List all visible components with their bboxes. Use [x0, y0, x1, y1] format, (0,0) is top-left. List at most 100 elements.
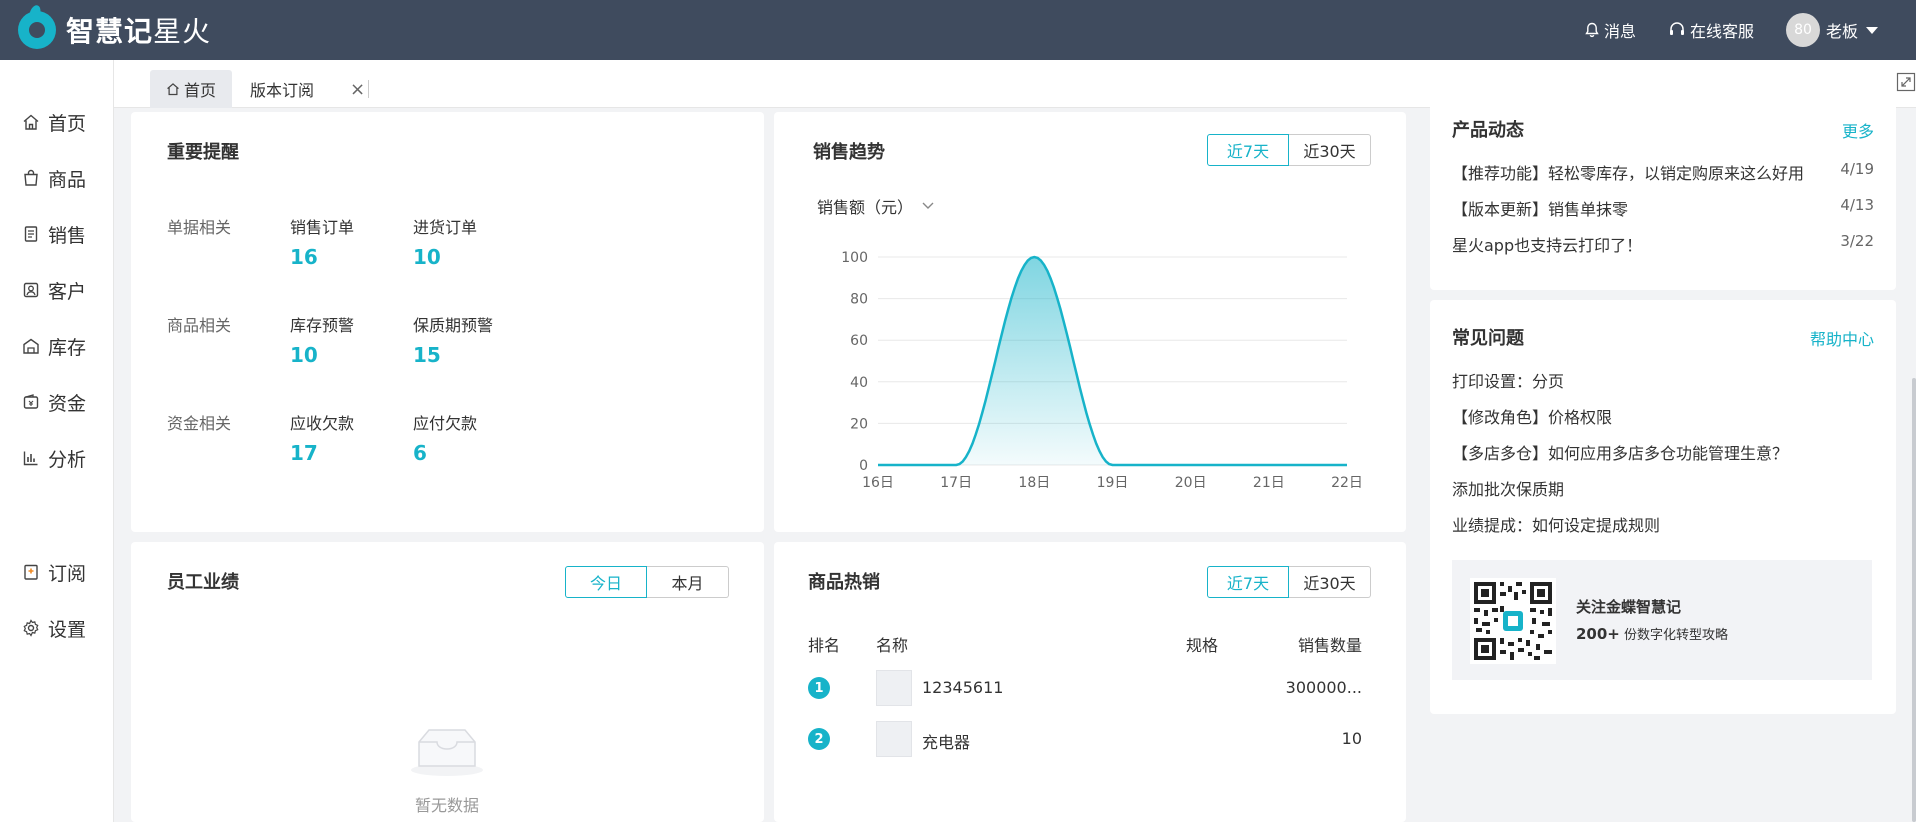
sales-trend-chart: 0 20 40 60 80 100 16日 17日 18日 19日 20日 21日 22日 — [841, 250, 1363, 491]
bar-chart-icon — [23, 451, 38, 466]
reminder-value[interactable]: 6 — [413, 441, 427, 465]
sidebar-item-subscribe[interactable]: 订阅 — [0, 544, 113, 600]
fullscreen-icon[interactable] — [1896, 72, 1916, 92]
this-month-button[interactable]: 本月 — [647, 566, 729, 598]
top-bar: 智慧记星火 消息 在线客服 80 老板 — [0, 0, 1916, 60]
app-logo[interactable]: 智慧记星火 — [18, 8, 211, 52]
sidebar-item-settings[interactable]: 设置 — [0, 600, 113, 656]
y-tick-label: 40 — [850, 375, 868, 391]
news-item[interactable]: 【版本更新】销售单抹零 — [1452, 196, 1628, 220]
news-more-link[interactable]: 更多 — [1842, 118, 1874, 142]
avatar[interactable]: 80 — [1785, 13, 1820, 47]
reminders-card: 重要提醒 单据相关 销售订单 16 进货订单 10 商品相关 库存预警 10 保… — [131, 112, 764, 532]
reminder-group-label: 商品相关 — [167, 316, 232, 335]
reminder-name[interactable]: 应付欠款 — [413, 410, 477, 434]
reminder-value[interactable]: 16 — [290, 245, 318, 269]
sidebar-item-home[interactable]: 首页 — [0, 94, 113, 150]
qr-code-icon — [1470, 578, 1556, 664]
document-icon — [24, 226, 38, 242]
logo-text: 智慧记星火 — [66, 15, 212, 48]
chevron-down-icon[interactable] — [1866, 26, 1878, 34]
wallet-icon — [23, 394, 39, 409]
headset-icon — [1669, 22, 1684, 35]
sidebar-item-products[interactable]: 商品 — [0, 150, 113, 206]
metric-label: 销售额（元） — [817, 198, 914, 217]
reminder-group-label: 单据相关 — [167, 218, 232, 237]
news-item[interactable]: 星火app也支持云打印了！ — [1452, 232, 1642, 256]
tab-label: 版本订阅 — [250, 81, 315, 100]
user-name[interactable]: 老板 — [1826, 18, 1858, 42]
tab-subscription[interactable]: 版本订阅 — [250, 70, 314, 108]
faq-item[interactable]: 【修改角色】价格权限 — [1452, 404, 1612, 428]
support-button[interactable]: 在线客服 — [1668, 18, 1754, 42]
sidebar-item-label: 订阅 — [48, 562, 87, 585]
rank-badge: 1 — [808, 677, 830, 699]
reminder-value[interactable]: 17 — [290, 441, 318, 465]
sidebar-item-finance[interactable]: 资金 — [0, 374, 113, 430]
y-tick-label: 100 — [841, 250, 868, 266]
sidebar-item-label: 分析 — [48, 448, 87, 471]
reminders-title: 重要提醒 — [167, 142, 239, 163]
column-header-rank: 排名 — [808, 636, 841, 655]
metric-select[interactable]: 销售额（元） — [817, 194, 935, 218]
faq-item[interactable]: 业绩提成：如何设定提成规则 — [1452, 512, 1660, 536]
reminder-name[interactable]: 销售订单 — [290, 214, 354, 238]
product-name[interactable]: 充电器 — [922, 729, 970, 753]
page-scrollbar[interactable] — [1912, 378, 1916, 822]
sidebar-item-inventory[interactable]: 库存 — [0, 318, 113, 374]
reminder-value[interactable]: 10 — [290, 343, 318, 367]
range-7-days-button[interactable]: 近7天 — [1207, 566, 1289, 598]
reminder-value[interactable]: 10 — [413, 245, 441, 269]
x-tick-label: 20日 — [1175, 475, 1207, 491]
gear-icon — [23, 619, 39, 637]
range-30-days-button[interactable]: 近30天 — [1289, 566, 1371, 598]
sidebar-item-analysis[interactable]: 分析 — [0, 430, 113, 486]
x-tick-label: 18日 — [1018, 475, 1050, 491]
warehouse-icon — [23, 338, 39, 354]
sales-range-toggle: 近7天 近30天 — [1207, 134, 1371, 166]
product-thumbnail — [876, 721, 912, 757]
faq-item[interactable]: 【多店多仓】如何应用多店多仓功能管理生意？ — [1452, 440, 1788, 464]
reminder-name[interactable]: 库存预警 — [290, 312, 354, 336]
product-news-card: 产品动态 更多 【推荐功能】轻松零库存，以销定购原来这么好用 4/19 【版本更… — [1430, 94, 1896, 290]
today-button[interactable]: 今日 — [565, 566, 647, 598]
close-icon[interactable]: × — [350, 70, 365, 108]
qr-promo[interactable]: 关注金蝶智慧记 200+ 份数字化转型攻略 — [1452, 560, 1872, 680]
sidebar-item-sales[interactable]: 销售 — [0, 206, 113, 262]
range-7-days-button[interactable]: 近7天 — [1207, 134, 1289, 166]
hot-range-toggle: 近7天 近30天 — [1207, 566, 1371, 598]
sidebar: 首页 商品 销售 客户 库存 资金 分析 订阅 设置 — [0, 60, 114, 822]
sidebar-item-customers[interactable]: 客户 — [0, 262, 113, 318]
reminder-name[interactable]: 保质期预警 — [413, 312, 493, 336]
contact-icon — [23, 282, 39, 298]
news-item[interactable]: 【推荐功能】轻松零库存，以销定购原来这么好用 — [1452, 160, 1804, 184]
logo-icon — [18, 11, 56, 49]
product-qty: 10 — [1341, 729, 1362, 748]
sales-trend-card: 销售趋势 近7天 近30天 销售额（元） 0 20 40 60 80 100 16日 17日 1… — [774, 112, 1406, 532]
rank-badge: 2 — [808, 728, 830, 750]
sidebar-item-label: 销售 — [48, 224, 87, 247]
reminder-name[interactable]: 应收欠款 — [290, 410, 354, 434]
subscribe-icon — [24, 564, 38, 580]
product-name[interactable]: 12345611 — [922, 678, 1003, 697]
range-30-days-button[interactable]: 近30天 — [1289, 134, 1371, 166]
reminder-value[interactable]: 15 — [413, 343, 441, 367]
news-date: 4/13 — [1840, 196, 1874, 214]
faq-item[interactable]: 打印设置：分页 — [1452, 368, 1564, 392]
help-center-link[interactable]: 帮助中心 — [1810, 326, 1874, 350]
staff-performance-card: 员工业绩 今日 本月 暂无数据 — [131, 542, 764, 822]
tab-home[interactable]: 首页 — [150, 70, 232, 108]
reminder-name[interactable]: 进货订单 — [413, 214, 477, 238]
qr-title: 关注金蝶智慧记 — [1576, 598, 1682, 616]
sidebar-item-label: 商品 — [48, 168, 87, 191]
column-header-name: 名称 — [876, 636, 909, 655]
faq-item[interactable]: 添加批次保质期 — [1452, 476, 1564, 500]
support-label: 在线客服 — [1689, 22, 1754, 41]
product-qty: 300000... — [1285, 678, 1362, 697]
tab-divider — [368, 80, 369, 98]
tab-label: 首页 — [183, 81, 216, 100]
x-tick-label: 21日 — [1253, 475, 1285, 491]
messages-button[interactable]: 消息 — [1584, 18, 1636, 42]
x-tick-label: 22日 — [1331, 475, 1363, 491]
sidebar-item-label: 客户 — [48, 280, 87, 303]
